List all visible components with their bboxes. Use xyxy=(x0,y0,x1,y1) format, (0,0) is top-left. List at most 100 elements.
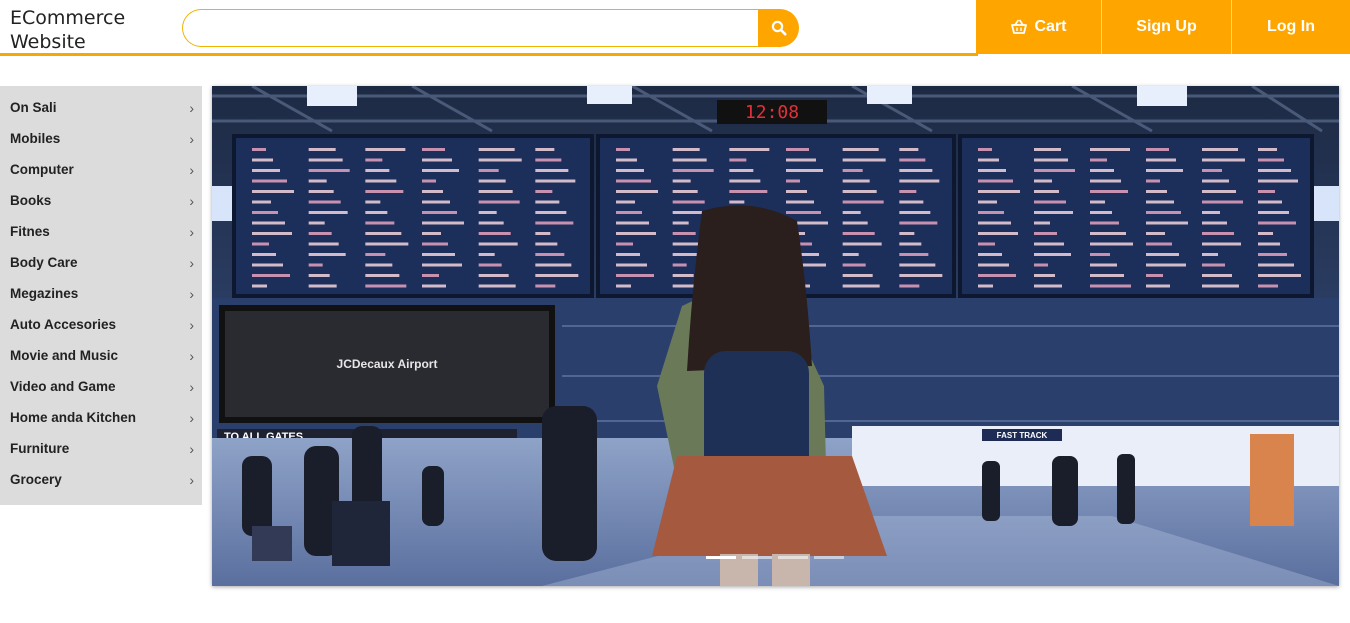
board-row-mark xyxy=(365,284,407,288)
carousel-dot[interactable] xyxy=(778,556,808,559)
site-logo[interactable]: ECommerce Website xyxy=(10,6,160,54)
board-row-mark xyxy=(535,179,576,183)
board-row-mark xyxy=(252,263,283,267)
board-row-mark xyxy=(1090,190,1128,193)
board-row-mark xyxy=(786,169,823,172)
sidebar-item-grocery[interactable]: Grocery › xyxy=(0,464,202,495)
board-row-mark xyxy=(422,253,455,256)
board-row-mark xyxy=(365,211,388,214)
board-row-mark xyxy=(1146,169,1183,172)
board-row-mark xyxy=(1202,190,1236,193)
board-row-mark xyxy=(1258,274,1301,277)
sidebar-item-books[interactable]: Books › xyxy=(0,185,202,216)
sidebar-item-furniture[interactable]: Furniture › xyxy=(0,433,202,464)
airport-hero-image: 12:08 JCDecaux Airport TO ALL GATES FAST… xyxy=(212,86,1339,586)
sidebar-item-movie-and-music[interactable]: Movie and Music › xyxy=(0,340,202,371)
sidebar-item-fitnes[interactable]: Fitnes › xyxy=(0,216,202,247)
board-row-mark xyxy=(1202,284,1239,288)
board-row-mark xyxy=(899,242,922,246)
signup-label: Sign Up xyxy=(1136,18,1197,35)
board-row-mark xyxy=(899,253,929,256)
board-row-mark xyxy=(1034,274,1055,277)
board-row-mark xyxy=(616,284,631,288)
board-row-mark xyxy=(535,263,572,267)
board-row-mark xyxy=(1034,200,1066,204)
sidebar-item-home-anda-kitchen[interactable]: Home anda Kitchen › xyxy=(0,402,202,433)
board-row-mark xyxy=(1258,211,1289,214)
board-row-mark xyxy=(616,253,640,256)
chevron-right-icon: › xyxy=(189,130,194,147)
board-row-mark xyxy=(978,221,1011,225)
sidebar-item-label: Grocery xyxy=(10,472,62,487)
signup-link[interactable]: Sign Up xyxy=(1102,0,1232,54)
board-row-mark xyxy=(1034,263,1048,267)
board-row-mark xyxy=(535,274,579,277)
board-row-mark xyxy=(978,190,1020,193)
board-row-mark xyxy=(672,179,691,183)
sidebar-item-label: Books xyxy=(10,193,52,208)
logo-line2: Website xyxy=(10,31,86,53)
board-row-mark xyxy=(365,242,409,246)
board-row-mark xyxy=(1090,253,1110,256)
board-row-mark xyxy=(616,263,647,267)
board-row-mark xyxy=(535,253,565,256)
board-row-mark xyxy=(422,242,448,246)
board-row-mark xyxy=(899,190,917,193)
board-row-mark xyxy=(616,274,654,277)
board-row-mark xyxy=(1258,169,1291,172)
board-row-mark xyxy=(1146,148,1169,151)
board-row-mark xyxy=(978,158,999,162)
board-row-mark xyxy=(365,253,386,256)
board-row-mark xyxy=(672,200,705,204)
sidebar-item-body-care[interactable]: Body Care › xyxy=(0,247,202,278)
board-row-mark xyxy=(729,179,761,183)
board-row-mark xyxy=(786,211,821,214)
board-row-mark xyxy=(842,158,886,162)
board-row-mark xyxy=(729,158,747,162)
board-row-mark xyxy=(978,263,1009,267)
board-row-mark xyxy=(422,263,462,267)
cart-link[interactable]: Cart xyxy=(976,0,1102,54)
board-row-mark xyxy=(616,221,649,225)
board-row-mark xyxy=(252,158,273,162)
board-row-mark xyxy=(1034,148,1061,151)
board-row-mark xyxy=(1034,242,1064,246)
sidebar-item-mobiles[interactable]: Mobiles › xyxy=(0,123,202,154)
sidebar-item-megazines[interactable]: Megazines › xyxy=(0,278,202,309)
search-button[interactable] xyxy=(758,9,799,47)
board-row-mark xyxy=(478,221,504,225)
sidebar-item-auto-accesories[interactable]: Auto Accesories › xyxy=(0,309,202,340)
board-row-mark xyxy=(1202,179,1229,183)
board-row-mark xyxy=(842,148,879,151)
board-row-mark xyxy=(842,242,882,246)
board-row-mark xyxy=(1034,284,1062,288)
search-input[interactable] xyxy=(182,9,762,47)
board-row-mark xyxy=(899,169,933,172)
hero-carousel[interactable]: 12:08 JCDecaux Airport TO ALL GATES FAST… xyxy=(212,86,1339,586)
board-row-mark xyxy=(978,179,1013,183)
carousel-dot[interactable] xyxy=(814,556,844,559)
sidebar-item-computer[interactable]: Computer › xyxy=(0,154,202,185)
board-row-mark xyxy=(1202,253,1218,256)
board-row-mark xyxy=(1258,232,1273,235)
board-row-mark xyxy=(1146,221,1188,225)
login-link[interactable]: Log In xyxy=(1232,0,1350,54)
board-row-mark xyxy=(1090,169,1114,172)
board-row-mark xyxy=(535,148,555,151)
sidebar-item-video-and-game[interactable]: Video and Game › xyxy=(0,371,202,402)
board-row-mark xyxy=(1258,284,1278,288)
board-row-mark xyxy=(899,148,919,151)
board-row-mark xyxy=(672,232,696,235)
logo-line1: ECommerce xyxy=(10,7,126,29)
board-row-mark xyxy=(1146,190,1167,193)
board-row-mark xyxy=(365,190,404,193)
carousel-dot[interactable] xyxy=(742,556,772,559)
board-row-mark xyxy=(616,158,637,162)
board-row-mark xyxy=(1146,263,1186,267)
sidebar-item-on-sali[interactable]: On Sali › xyxy=(0,92,202,123)
board-row-mark xyxy=(422,158,452,162)
board-row-mark xyxy=(478,274,509,277)
carousel-dot[interactable] xyxy=(706,556,736,559)
board-row-mark xyxy=(365,200,381,204)
chevron-right-icon: › xyxy=(189,347,194,364)
